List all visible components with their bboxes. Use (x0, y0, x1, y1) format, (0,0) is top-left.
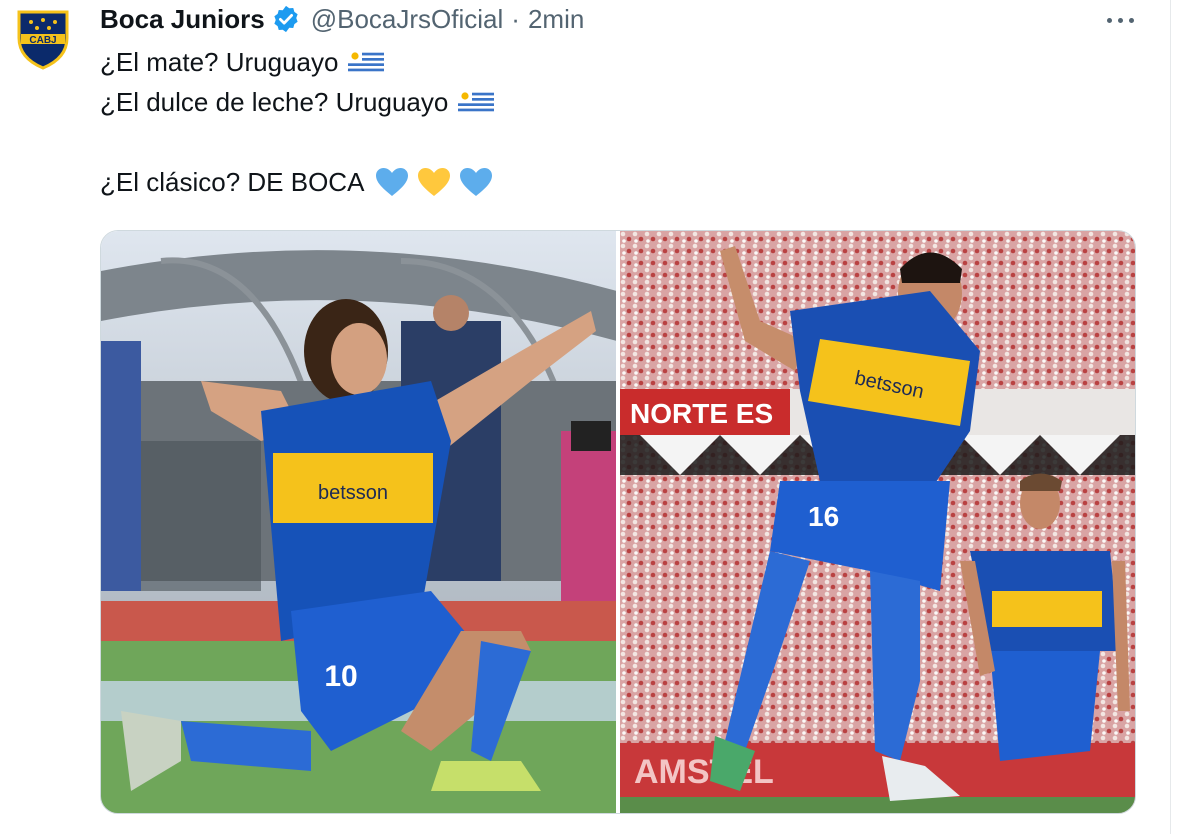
avatar[interactable]: CABJ (14, 8, 72, 70)
right-shirt-number: 16 (808, 501, 839, 532)
photo-cavani-celebration[interactable]: betsson 10 (101, 231, 616, 813)
media-grid: betsson 10 NORTE ES AMSTEL betsson 16 (100, 230, 1136, 814)
ad-board-text: AMSTEL (634, 753, 774, 791)
blue-heart-icon (460, 168, 493, 196)
timeline-border (1170, 0, 1171, 834)
photo-merentiel-celebration[interactable]: NORTE ES AMSTEL betsson 16 (620, 231, 1135, 813)
left-sponsor-text: betsson (318, 482, 388, 504)
verified-badge-icon (271, 4, 301, 34)
uruguay-flag-icon (348, 50, 385, 74)
uruguay-flag-icon (458, 90, 495, 114)
tweet-line: ¿El clásico? DE BOCA (100, 162, 494, 202)
photo-right-image: NORTE ES AMSTEL betsson 16 (620, 231, 1135, 813)
more-options-icon[interactable] (1098, 6, 1142, 34)
tweet-line-text: ¿El dulce de leche? Uruguayo (100, 87, 449, 117)
tweet-line: ¿El dulce de leche? Uruguayo (100, 82, 495, 122)
tweet-line-text: ¿El clásico? DE BOCA (100, 167, 365, 197)
boca-crest-icon: CABJ (17, 10, 69, 70)
tweet-card[interactable]: CABJ Boca Juniors @BocaJrsOficial · 2min… (0, 0, 1200, 834)
display-name[interactable]: Boca Juniors (100, 4, 265, 35)
avatar-crest-text: CABJ (29, 35, 56, 46)
timestamp[interactable]: 2min (528, 4, 584, 35)
tweet-text: ¿El mate? Uruguayo ¿El dulce de leche? U… (100, 42, 495, 202)
stadium-banner-text: NORTE ES (630, 398, 773, 429)
photo-left-image: betsson 10 (101, 231, 616, 813)
handle[interactable]: @BocaJrsOficial (311, 4, 504, 35)
tweet-header: Boca Juniors @BocaJrsOficial · 2min (100, 2, 584, 36)
separator-dot: · (511, 3, 520, 34)
left-shirt-number: 10 (324, 660, 357, 693)
tweet-line-text: ¿El mate? Uruguayo (100, 47, 339, 77)
tweet-line: ¿El mate? Uruguayo (100, 42, 494, 82)
blue-heart-icon (376, 168, 409, 196)
yellow-heart-icon (418, 168, 451, 196)
